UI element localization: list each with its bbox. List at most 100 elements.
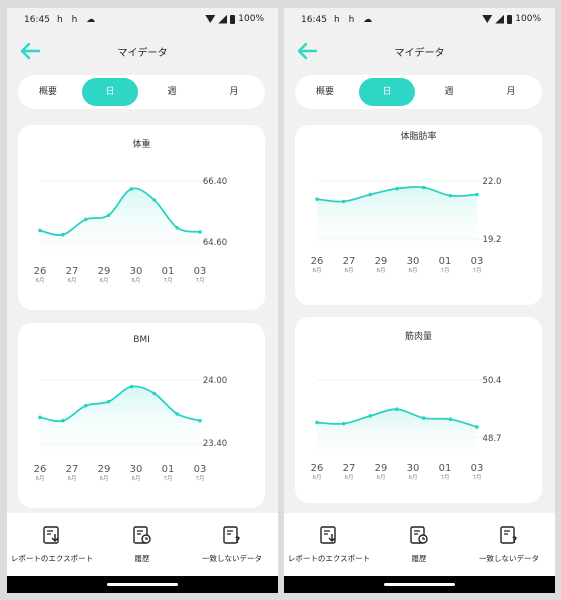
x-tick-day: 01 — [162, 266, 175, 277]
data-point — [395, 186, 399, 191]
muscle-mass-chart: 50.448.7266月276月296月306月017月037月 — [311, 376, 502, 481]
x-tick-month: 6月 — [68, 475, 77, 482]
x-tick-month: 6月 — [409, 474, 418, 481]
bmi-card[interactable]: BMI 24.00 23.40 26 6月 27 6月 29 6月 30 6月 01 7月 03 7月 — [18, 323, 265, 508]
unmatched-data-label: 一致しないデータ — [479, 554, 539, 563]
history-label: 履歴 — [134, 554, 150, 563]
data-point — [368, 192, 373, 197]
x-tick-day: 27 — [343, 463, 356, 474]
weight-card[interactable]: 体重 66.40 64.60 26 6月 27 6月 29 6月 30 6月 01 7月 03 7月 — [18, 125, 265, 310]
x-tick-month: 6月 — [132, 277, 141, 284]
data-point — [198, 230, 202, 234]
home-gesture-pill[interactable] — [107, 583, 178, 586]
x-tick-month: 6月 — [132, 475, 141, 482]
x-tick-month: 6月 — [313, 474, 322, 481]
battery-icon — [507, 14, 513, 24]
status-right: 100% — [482, 14, 541, 24]
tab-month[interactable]: 月 — [206, 78, 262, 106]
period-tabs: 概要 日 週 月 — [295, 75, 542, 109]
data-point — [83, 217, 88, 222]
x-tick-day: 03 — [471, 463, 484, 474]
wifi-icon — [482, 15, 493, 23]
tab-overview[interactable]: 概要 — [297, 78, 353, 106]
signal-icon — [218, 14, 228, 24]
unmatched-data-icon: ? — [500, 526, 517, 545]
series-area — [317, 409, 477, 459]
phone-screen-left: 16:45 h h ☁ 100% マイデータ 概要 日 週 月 体重 66.40… — [7, 8, 278, 593]
history-button[interactable]: 履歴 — [374, 525, 464, 564]
data-point — [475, 192, 479, 197]
history-label: 履歴 — [411, 554, 427, 563]
bottom-action-bar: レポートのエクスポート 履歴 ? 一致しないデータ — [7, 513, 278, 576]
tab-week[interactable]: 週 — [144, 78, 200, 106]
y-tick-label: 50.4 — [483, 376, 502, 386]
data-point — [129, 384, 134, 389]
x-tick-month: 7月 — [441, 474, 450, 481]
x-tick-day: 29 — [98, 464, 111, 475]
system-nav-bar — [284, 576, 555, 593]
data-point — [341, 199, 346, 204]
data-point — [421, 416, 426, 420]
unmatched-data-button[interactable]: ? 一致しないデータ — [187, 525, 277, 564]
page-title: マイデータ — [394, 48, 445, 59]
y-tick-label: 48.7 — [483, 434, 502, 444]
period-tabs: 概要 日 週 月 — [18, 75, 265, 109]
unmatched-data-button[interactable]: ? 一致しないデータ — [464, 525, 554, 564]
wifi-icon — [205, 15, 216, 23]
notification-icons: h h ☁ — [334, 15, 376, 25]
tab-overview[interactable]: 概要 — [20, 78, 76, 106]
data-point — [129, 187, 134, 191]
x-tick-day: 01 — [162, 464, 175, 475]
data-point — [315, 420, 319, 425]
export-report-icon — [43, 526, 59, 544]
bmi-chart: 24.0023.40266月276月296月306月017月037月 — [34, 376, 228, 482]
tab-month[interactable]: 月 — [483, 78, 539, 106]
x-tick-day: 29 — [98, 266, 111, 277]
unmatched-data-icon: ? — [223, 526, 240, 545]
x-tick-month: 7月 — [196, 475, 205, 482]
y-tick-label: 22.0 — [483, 177, 502, 187]
export-report-icon — [320, 526, 336, 544]
x-tick-month: 6月 — [100, 475, 109, 482]
data-point — [38, 415, 42, 420]
battery-percent: 100% — [238, 14, 264, 24]
x-tick-month: 6月 — [409, 267, 418, 274]
x-tick-day: 30 — [130, 266, 143, 277]
app-header: マイデータ — [7, 38, 278, 66]
data-point — [106, 399, 111, 404]
stage: 16:45 h h ☁ 100% マイデータ 概要 日 週 月 体重 66.40… — [0, 0, 561, 600]
data-point — [341, 421, 346, 426]
y-tick-label: 24.00 — [203, 376, 227, 386]
x-tick-day: 03 — [471, 256, 484, 267]
data-point — [152, 198, 157, 202]
y-tick-label: 64.60 — [203, 238, 227, 248]
export-report-button[interactable]: レポートのエクスポート — [284, 525, 374, 564]
x-tick-month: 6月 — [313, 267, 322, 274]
x-tick-day: 03 — [194, 464, 207, 475]
tab-week[interactable]: 週 — [421, 78, 477, 106]
data-point — [38, 228, 42, 233]
data-point — [368, 414, 373, 418]
body-fat-card[interactable]: 体脂肪率 22.0 19.2 26 6月 27 6月 29 6月 30 6月 01 7月 03 7月 — [295, 125, 542, 305]
x-tick-day: 29 — [375, 256, 388, 267]
x-tick-month: 7月 — [473, 474, 482, 481]
export-report-button[interactable]: レポートのエクスポート — [7, 525, 97, 564]
x-tick-day: 30 — [130, 464, 143, 475]
data-point — [448, 193, 453, 198]
page-title: マイデータ — [117, 48, 168, 59]
data-point — [315, 197, 319, 201]
history-button[interactable]: 履歴 — [97, 525, 187, 564]
x-tick-month: 6月 — [345, 474, 354, 481]
data-point — [198, 418, 202, 423]
bottom-action-bar: レポートのエクスポート 履歴 ? 一致しないデータ — [284, 513, 555, 576]
tab-day[interactable]: 日 — [359, 78, 415, 106]
x-tick-day: 29 — [375, 463, 388, 474]
y-tick-label: 66.40 — [203, 177, 227, 187]
tab-day[interactable]: 日 — [82, 78, 138, 106]
series-area — [40, 386, 200, 460]
status-bar: 16:45 h h ☁ 100% — [7, 8, 278, 32]
battery-icon — [230, 14, 236, 24]
data-point — [175, 412, 179, 416]
muscle-mass-card[interactable]: 筋肉量 50.4 48.7 26 6月 27 6月 29 6月 30 6月 01 7月 03 7月 — [295, 317, 542, 503]
home-gesture-pill[interactable] — [384, 583, 455, 586]
